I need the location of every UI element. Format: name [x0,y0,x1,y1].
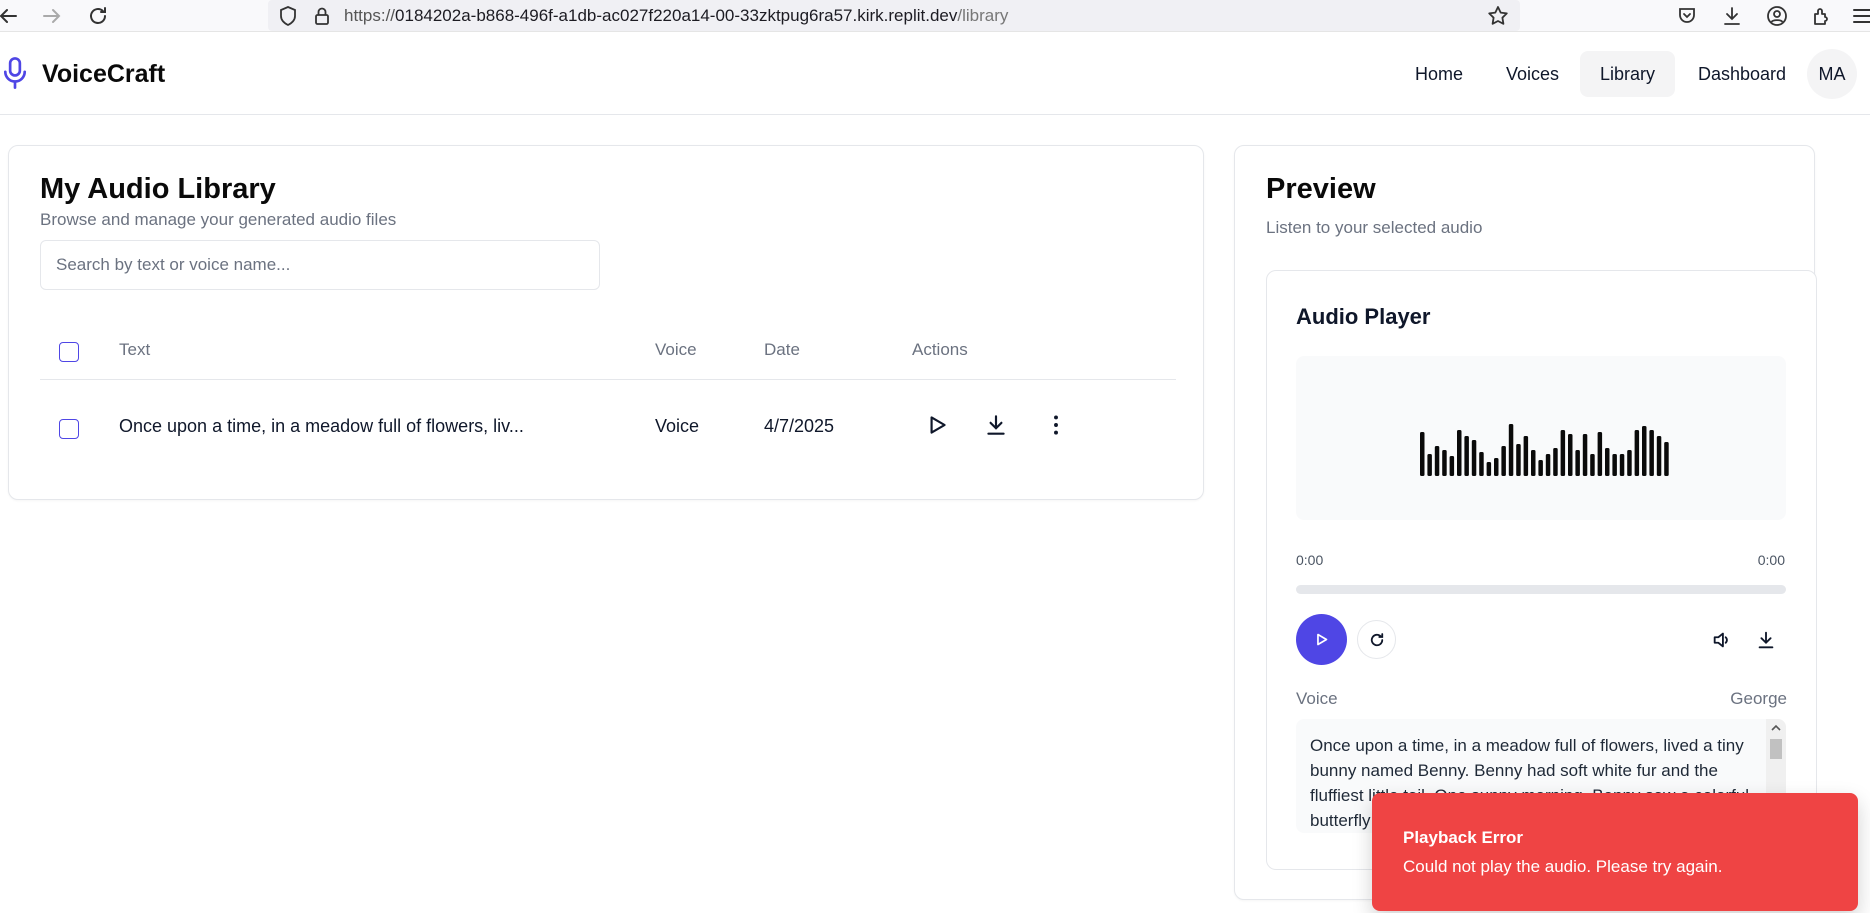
waveform-bar [1420,432,1425,476]
waveform-bar [1590,454,1595,476]
column-header-actions: Actions [912,340,968,359]
more-options-icon[interactable] [1043,412,1069,438]
url-host: 0184202a-b868-496f-a1db-ac027f220a14-00-… [395,6,958,25]
waveform-bar [1442,450,1447,476]
star-icon[interactable] [1486,4,1510,28]
waveform-bar [1649,430,1654,476]
pocket-icon[interactable] [1675,4,1699,28]
scroll-up-icon[interactable] [1770,722,1782,734]
waveform-bar [1457,430,1462,476]
address-bar[interactable]: https://0184202a-b868-496f-a1db-ac027f22… [268,0,1520,31]
url-scheme: https:// [344,6,396,25]
preview-title: Preview [1266,173,1376,205]
back-icon[interactable] [0,4,20,28]
waveform-bar [1597,432,1603,476]
waveform-bar [1508,424,1514,476]
column-header-date: Date [764,340,800,359]
select-all-checkbox[interactable] [59,342,79,362]
waveform-bar [1642,426,1647,476]
toast-message: Could not play the audio. Please try aga… [1403,857,1723,876]
download-icon[interactable] [1755,629,1777,651]
search-input[interactable] [40,240,600,290]
waveform-bar [1471,440,1477,476]
waveform-bar [1464,436,1469,476]
row-text: Once upon a time, in a meadow full of fl… [119,416,524,436]
waveform-bar [1479,452,1484,476]
waveform-bar [1516,444,1521,476]
nav-voices[interactable]: Voices [1486,51,1579,97]
waveform-bar [1560,430,1566,476]
table-divider [40,379,1176,380]
player-title: Audio Player [1296,304,1431,329]
column-header-voice: Voice [655,340,697,359]
duration: 0:00 [1757,552,1785,568]
toast-title: Playback Error [1403,828,1524,847]
waveform-bar [1501,446,1506,476]
volume-icon[interactable] [1711,629,1733,651]
forward-icon[interactable] [40,4,64,28]
url-path: /library [957,6,1009,25]
waveform-bar [1434,446,1440,476]
audio-player: Audio Player 0:00 0:00 Voice George Once… [1266,270,1817,870]
progress-bar[interactable] [1296,585,1786,594]
waveform-bar [1582,434,1588,476]
waveform-bar [1523,436,1529,476]
waveform-bar [1427,454,1432,476]
preview-subtitle: Listen to your selected audio [1266,218,1483,237]
download-icon[interactable] [983,412,1009,438]
microphone-icon [3,57,27,89]
shield-icon[interactable] [276,4,300,28]
app-header: VoiceCraft Home Voices Library Dashboard… [0,33,1870,115]
library-subtitle: Browse and manage your generated audio f… [40,210,397,229]
current-time: 0:00 [1296,552,1324,568]
waveform-bar [1627,450,1632,476]
voice-value: George [1730,689,1787,708]
waveform-bar [1545,454,1551,476]
waveform-bar [1634,430,1640,476]
waveform-bar [1449,456,1455,476]
url-text: https://0184202a-b868-496f-a1db-ac027f22… [344,6,1008,26]
row-checkbox[interactable] [59,419,79,439]
brand-name[interactable]: VoiceCraft [42,60,165,89]
scroll-thumb[interactable] [1770,739,1782,759]
lock-icon[interactable] [310,4,334,28]
library-card: My Audio Library Browse and manage your … [8,145,1204,500]
waveform-bar [1538,460,1543,476]
waveform-bar [1664,442,1669,476]
play-icon[interactable] [924,412,950,438]
row-voice: Voice [655,416,700,436]
extensions-icon[interactable] [1810,4,1834,28]
waveform-bar [1486,462,1492,476]
error-toast[interactable]: Playback Error Could not play the audio.… [1372,793,1858,911]
nav-library[interactable]: Library [1580,51,1676,97]
waveform-bars [1420,424,1669,476]
waveform [1296,356,1786,520]
waveform-bar [1612,454,1617,476]
play-button[interactable] [1296,614,1347,665]
waveform-bar [1605,448,1610,476]
menu-icon[interactable] [1850,4,1870,28]
waveform-bar [1568,434,1573,476]
nav-dashboard[interactable]: Dashboard [1678,51,1806,97]
waveform-bar [1619,454,1625,476]
voice-label: Voice [1296,689,1338,708]
waveform-bar [1656,436,1662,476]
download-icon[interactable] [1720,4,1744,28]
play-icon [1317,633,1328,646]
browser-toolbar: https://0184202a-b868-496f-a1db-ac027f22… [0,0,1870,32]
replay-icon [1370,633,1384,647]
account-icon[interactable] [1765,4,1789,28]
row-date: 4/7/2025 [764,416,835,436]
waveform-bar [1531,450,1536,476]
reload-icon[interactable] [86,4,110,28]
column-header-text: Text [119,340,151,359]
nav-home[interactable]: Home [1395,51,1483,97]
waveform-bar [1575,450,1580,476]
avatar[interactable]: MA [1807,49,1857,99]
waveform-bar [1494,458,1499,476]
library-title: My Audio Library [40,173,276,205]
preview-card: Preview Listen to your selected audio Au… [1234,145,1817,900]
replay-button[interactable] [1357,620,1396,659]
waveform-bar [1553,448,1558,476]
